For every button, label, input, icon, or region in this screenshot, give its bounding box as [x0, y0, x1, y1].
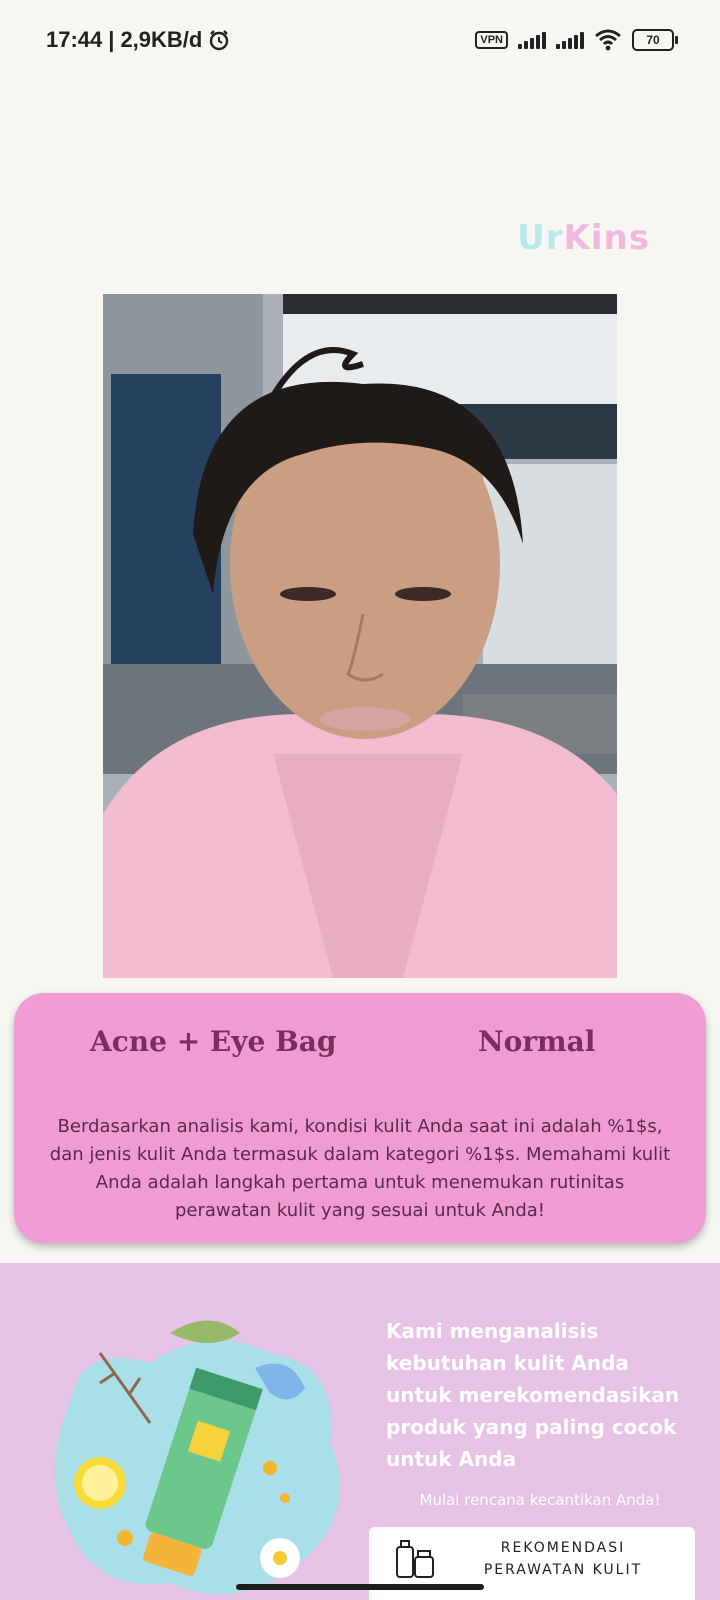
status-separator: |: [108, 27, 115, 52]
signal-icon: [518, 31, 546, 49]
promo-description: Kami menganalisis kebutuhan kulit Anda u…: [386, 1319, 680, 1471]
promo-cta-text: Mulai rencana kecantikan Anda!: [419, 1491, 661, 1509]
signal-icon-2: [556, 31, 584, 49]
home-indicator[interactable]: [236, 1584, 484, 1590]
battery-level: 70: [646, 33, 660, 47]
status-data-speed: 2,9KB/d: [120, 27, 203, 52]
vpn-badge: VPN: [475, 31, 508, 49]
status-right: VPN 70: [475, 29, 678, 51]
skincare-illustration: [55, 1320, 340, 1595]
analysis-result-card: Acne + Eye Bag Normal Berdasarkan analis…: [14, 993, 706, 1243]
face-photo-image: [103, 294, 617, 978]
alarm-icon: [210, 30, 229, 51]
app-logo: UrKins: [517, 218, 650, 258]
analysis-description: Berdasarkan analisis kami, kondisi kulit…: [49, 1116, 671, 1221]
skincare-products-icon: [396, 1540, 434, 1578]
skin-type-label: Normal: [478, 1025, 596, 1058]
recommendation-button-label: REKOMENDASI PERAWATAN KULIT: [483, 1540, 643, 1578]
skin-condition-label: Acne + Eye Bag: [90, 1025, 337, 1058]
logo-part-kins: Kins: [563, 218, 650, 258]
logo-part-ur: Ur: [517, 218, 564, 258]
status-time: 17:44: [46, 27, 103, 52]
wifi-icon: [595, 29, 621, 51]
analyzed-face-photo: [103, 294, 617, 978]
battery-icon: 70: [632, 29, 678, 51]
status-bar: 17:44 | 2,9KB/d VPN 70: [0, 0, 720, 80]
recommendation-promo-section: Kami menganalisis kebutuhan kulit Anda u…: [0, 1263, 720, 1600]
status-left: 17:44 | 2,9KB/d: [46, 27, 230, 53]
